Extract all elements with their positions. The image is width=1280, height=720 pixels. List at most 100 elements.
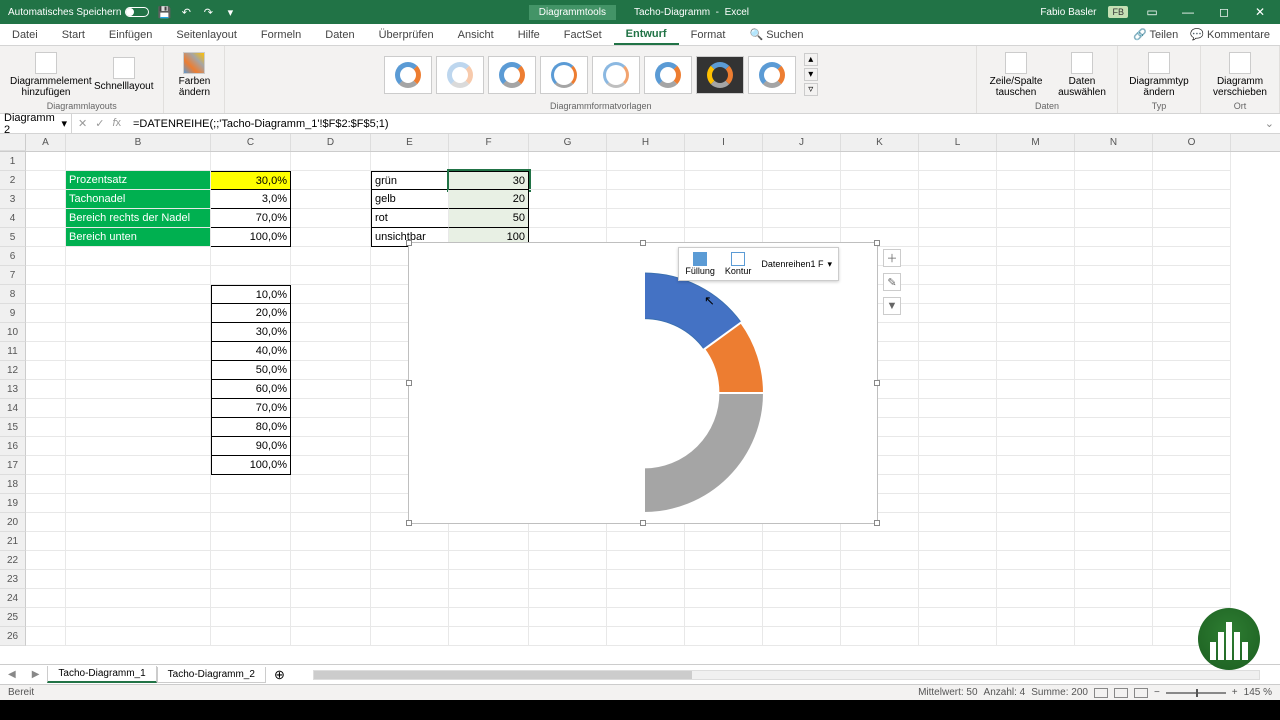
- cell-O2[interactable]: [1153, 171, 1231, 190]
- cell-O9[interactable]: [1153, 304, 1231, 323]
- cell-N10[interactable]: [1075, 323, 1153, 342]
- cell-A11[interactable]: [26, 342, 66, 361]
- chart-object[interactable]: Füllung Kontur Datenreihen1 F▾ ＋ ✎ ▼ ↖: [408, 242, 878, 524]
- cell-J1[interactable]: [763, 152, 841, 171]
- row-header[interactable]: 16: [0, 437, 26, 456]
- cell-K2[interactable]: [841, 171, 919, 190]
- cell-A8[interactable]: [26, 285, 66, 304]
- cell-H25[interactable]: [607, 608, 685, 627]
- chart-filters-button[interactable]: ▼: [883, 297, 901, 315]
- cancel-formula-icon[interactable]: ✕: [78, 117, 87, 130]
- cell-O24[interactable]: [1153, 589, 1231, 608]
- row-header[interactable]: 13: [0, 380, 26, 399]
- tab-daten[interactable]: Daten: [313, 24, 366, 45]
- cell-D13[interactable]: [291, 380, 371, 399]
- chart-style-5[interactable]: [592, 56, 640, 94]
- col-header-G[interactable]: G: [529, 134, 607, 151]
- cell-N14[interactable]: [1075, 399, 1153, 418]
- cell-L6[interactable]: [919, 247, 997, 266]
- cell-C11[interactable]: 40,0%: [211, 342, 291, 361]
- cell-B25[interactable]: [66, 608, 211, 627]
- row-header[interactable]: 24: [0, 589, 26, 608]
- cell-L12[interactable]: [919, 361, 997, 380]
- cell-O21[interactable]: [1153, 532, 1231, 551]
- chart-style-4[interactable]: [540, 56, 588, 94]
- cell-O8[interactable]: [1153, 285, 1231, 304]
- cell-O22[interactable]: [1153, 551, 1231, 570]
- cell-K4[interactable]: [841, 209, 919, 228]
- cell-H21[interactable]: [607, 532, 685, 551]
- chart-slice-unsichtbar[interactable]: [524, 273, 644, 513]
- col-header-J[interactable]: J: [763, 134, 841, 151]
- row-header[interactable]: 7: [0, 266, 26, 285]
- close-icon[interactable]: ✕: [1248, 5, 1272, 19]
- chart-style-8[interactable]: [748, 56, 796, 94]
- cell-L16[interactable]: [919, 437, 997, 456]
- cell-A12[interactable]: [26, 361, 66, 380]
- cell-C19[interactable]: [211, 494, 291, 513]
- cell-A23[interactable]: [26, 570, 66, 589]
- cell-O15[interactable]: [1153, 418, 1231, 437]
- cell-B2[interactable]: Prozentsatz: [66, 171, 211, 190]
- cell-G1[interactable]: [529, 152, 607, 171]
- expand-fbar-icon[interactable]: ⌄: [1259, 117, 1280, 130]
- cell-A3[interactable]: [26, 190, 66, 209]
- comments-button[interactable]: 💬 Kommentare: [1190, 28, 1270, 41]
- row-header[interactable]: 8: [0, 285, 26, 304]
- zoom-slider[interactable]: [1166, 692, 1226, 694]
- cell-A4[interactable]: [26, 209, 66, 228]
- cell-M2[interactable]: [997, 171, 1075, 190]
- outline-button[interactable]: Kontur: [721, 250, 756, 278]
- cell-B8[interactable]: [66, 285, 211, 304]
- cell-L9[interactable]: [919, 304, 997, 323]
- cell-L2[interactable]: [919, 171, 997, 190]
- cell-A2[interactable]: [26, 171, 66, 190]
- add-chart-element-button[interactable]: Diagrammelement hinzufügen: [6, 50, 86, 100]
- cell-A6[interactable]: [26, 247, 66, 266]
- cell-F2[interactable]: 30: [449, 171, 529, 190]
- cell-C15[interactable]: 80,0%: [211, 418, 291, 437]
- cell-M20[interactable]: [997, 513, 1075, 532]
- cell-M13[interactable]: [997, 380, 1075, 399]
- horizontal-scrollbar[interactable]: [313, 670, 1260, 680]
- tab-hilfe[interactable]: Hilfe: [506, 24, 552, 45]
- cell-F23[interactable]: [449, 570, 529, 589]
- cell-H3[interactable]: [607, 190, 685, 209]
- cell-L18[interactable]: [919, 475, 997, 494]
- row-header[interactable]: 23: [0, 570, 26, 589]
- col-header-K[interactable]: K: [841, 134, 919, 151]
- cell-E4[interactable]: rot: [371, 209, 449, 228]
- qat-dropdown-icon[interactable]: ▾: [223, 5, 237, 19]
- cell-J2[interactable]: [763, 171, 841, 190]
- cell-F22[interactable]: [449, 551, 529, 570]
- cell-C13[interactable]: 60,0%: [211, 380, 291, 399]
- cell-N15[interactable]: [1075, 418, 1153, 437]
- cell-M3[interactable]: [997, 190, 1075, 209]
- cell-B9[interactable]: [66, 304, 211, 323]
- cell-M10[interactable]: [997, 323, 1075, 342]
- share-button[interactable]: 🔗 Teilen: [1133, 28, 1178, 41]
- switch-row-col-button[interactable]: Zeile/Spalte tauschen: [983, 50, 1049, 100]
- tab-einfuegen[interactable]: Einfügen: [97, 24, 164, 45]
- cell-L11[interactable]: [919, 342, 997, 361]
- sheet-nav-next[interactable]: ▶: [24, 669, 48, 680]
- cell-N25[interactable]: [1075, 608, 1153, 627]
- cell-L26[interactable]: [919, 627, 997, 646]
- cell-D4[interactable]: [291, 209, 371, 228]
- cell-D18[interactable]: [291, 475, 371, 494]
- cell-B19[interactable]: [66, 494, 211, 513]
- cell-N2[interactable]: [1075, 171, 1153, 190]
- cell-F25[interactable]: [449, 608, 529, 627]
- cell-M8[interactable]: [997, 285, 1075, 304]
- cell-D17[interactable]: [291, 456, 371, 475]
- cell-O4[interactable]: [1153, 209, 1231, 228]
- cell-O19[interactable]: [1153, 494, 1231, 513]
- styles-scroll-down-icon[interactable]: ▾: [804, 68, 818, 81]
- cell-I21[interactable]: [685, 532, 763, 551]
- cell-J4[interactable]: [763, 209, 841, 228]
- cell-A17[interactable]: [26, 456, 66, 475]
- chart-handle[interactable]: [874, 520, 880, 526]
- cell-K21[interactable]: [841, 532, 919, 551]
- cell-B10[interactable]: [66, 323, 211, 342]
- cell-H23[interactable]: [607, 570, 685, 589]
